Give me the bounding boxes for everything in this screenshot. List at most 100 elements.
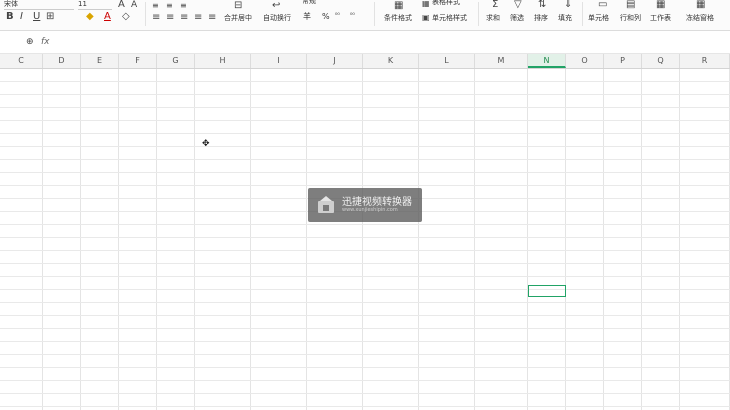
row-col-icon: ▤ (626, 0, 636, 10)
grid-line (0, 94, 730, 95)
grid-line (0, 237, 730, 238)
conditional-format-icon: ▦ (394, 0, 404, 11)
fill-icon: ⇓ (564, 0, 573, 10)
grid-line (0, 133, 730, 134)
font-size-value: 11 (78, 0, 87, 8)
cell-button[interactable]: 单元格 (588, 14, 609, 23)
font-size-down-icon[interactable]: A (131, 0, 137, 11)
formula-bar: ⊕ fx (0, 31, 730, 54)
freeze-button[interactable]: 冻结窗格 (686, 14, 714, 23)
align-middle-icon[interactable]: ≡ (166, 0, 173, 12)
grid-line (0, 263, 730, 264)
percent-button[interactable]: % (322, 12, 330, 21)
sort-button[interactable]: 排序 (534, 14, 548, 23)
column-header[interactable]: I (251, 54, 307, 68)
conditional-format-button[interactable]: 条件格式 (384, 14, 412, 23)
separator (582, 2, 583, 26)
formula-input[interactable] (60, 34, 726, 49)
column-header[interactable]: J (307, 54, 363, 68)
border-icon[interactable]: ⊞ (46, 11, 54, 23)
filter-icon: ▽ (514, 0, 522, 10)
column-header[interactable]: H (195, 54, 251, 68)
currency-button[interactable]: 羊 (303, 12, 311, 21)
watermark-logo-icon (317, 195, 335, 215)
font-color-icon[interactable]: A (104, 11, 111, 23)
watermark-title: 迅捷视频转换器 (342, 197, 412, 208)
distributed-icon[interactable]: ≡ (208, 12, 216, 24)
grid-line (0, 250, 730, 251)
grid-line (0, 328, 730, 329)
selected-cell[interactable] (528, 285, 566, 297)
grid-line (0, 120, 730, 121)
font-size-select[interactable]: 11 (78, 0, 112, 10)
column-header[interactable]: E (81, 54, 119, 68)
column-header[interactable]: C (0, 54, 43, 68)
bold-button[interactable]: B (6, 11, 14, 23)
italic-button[interactable]: I (20, 11, 23, 23)
fill-button[interactable]: 填充 (558, 14, 572, 23)
grid-line (0, 146, 730, 147)
column-header[interactable]: G (157, 54, 195, 68)
grid-line (0, 315, 730, 316)
grid-line (0, 341, 730, 342)
sum-button[interactable]: 求和 (486, 14, 500, 23)
cell-grid[interactable] (0, 69, 730, 410)
grid-line (0, 406, 730, 407)
decimal-increase-icon[interactable]: ⁰⁰ (335, 11, 340, 20)
merge-center-button[interactable]: 合并居中 (224, 14, 252, 23)
table-style-button[interactable]: 表格样式 (432, 0, 460, 7)
font-name-select[interactable]: 宋体 (4, 0, 74, 10)
cursor-icon: ✥ (202, 139, 210, 149)
zoom-icon[interactable]: ⊕ (26, 36, 34, 48)
decimal-decrease-icon[interactable]: ⁰⁰ (350, 11, 355, 20)
column-header[interactable]: L (419, 54, 475, 68)
grid-line (0, 354, 730, 355)
freeze-icon: ▦ (696, 0, 706, 10)
worksheet-button[interactable]: 工作表 (650, 14, 671, 23)
grid-line (0, 159, 730, 160)
align-top-icon[interactable]: ≡ (152, 0, 159, 12)
separator (145, 2, 146, 26)
filter-button[interactable]: 筛选 (510, 14, 524, 23)
table-style-icon: ▦ (422, 0, 430, 8)
grid-line (0, 224, 730, 225)
wrap-text-icon: ↩ (272, 0, 281, 11)
grid-line (0, 172, 730, 173)
grid-line (0, 107, 730, 108)
watermark-subtitle: www.xunjieshipin.com (342, 207, 398, 213)
sum-icon: Σ (492, 0, 499, 10)
column-header-row: C D E F G H I J K L M N O P Q R (0, 54, 730, 69)
column-header[interactable]: F (119, 54, 157, 68)
number-format-select[interactable]: 常规 (302, 0, 316, 6)
align-bottom-icon[interactable]: ≡ (180, 0, 187, 12)
merge-center-icon: ⊟ (234, 0, 243, 11)
justify-icon[interactable]: ≡ (194, 12, 202, 24)
grid-line (0, 276, 730, 277)
wrap-text-button[interactable]: 自动换行 (263, 14, 291, 23)
align-right-icon[interactable]: ≡ (180, 12, 188, 24)
underline-button[interactable]: U (33, 11, 40, 23)
column-header[interactable]: K (363, 54, 419, 68)
align-left-icon[interactable]: ≡ (152, 12, 160, 24)
cell-style-button[interactable]: 单元格样式 (432, 14, 467, 23)
clear-format-icon[interactable]: ◇ (122, 11, 130, 23)
column-header[interactable]: P (604, 54, 642, 68)
sort-icon: ⇅ (538, 0, 547, 10)
separator (478, 2, 479, 26)
column-header[interactable]: R (680, 54, 730, 68)
column-header[interactable]: O (566, 54, 604, 68)
column-header[interactable]: Q (642, 54, 680, 68)
grid-line (0, 367, 730, 368)
column-header[interactable]: M (475, 54, 528, 68)
fill-color-icon[interactable]: ◆ (86, 11, 94, 23)
fx-button[interactable]: fx (41, 36, 50, 48)
grid-line (0, 81, 730, 82)
grid-line (0, 289, 730, 290)
watermark-overlay: 迅捷视频转换器 www.xunjieshipin.com (308, 188, 422, 222)
align-center-icon[interactable]: ≡ (166, 12, 174, 24)
font-name-value: 宋体 (4, 0, 18, 8)
column-header-active[interactable]: N (528, 54, 566, 68)
row-col-button[interactable]: 行和列 (620, 14, 641, 23)
font-size-up-icon[interactable]: A (118, 0, 125, 11)
column-header[interactable]: D (43, 54, 81, 68)
